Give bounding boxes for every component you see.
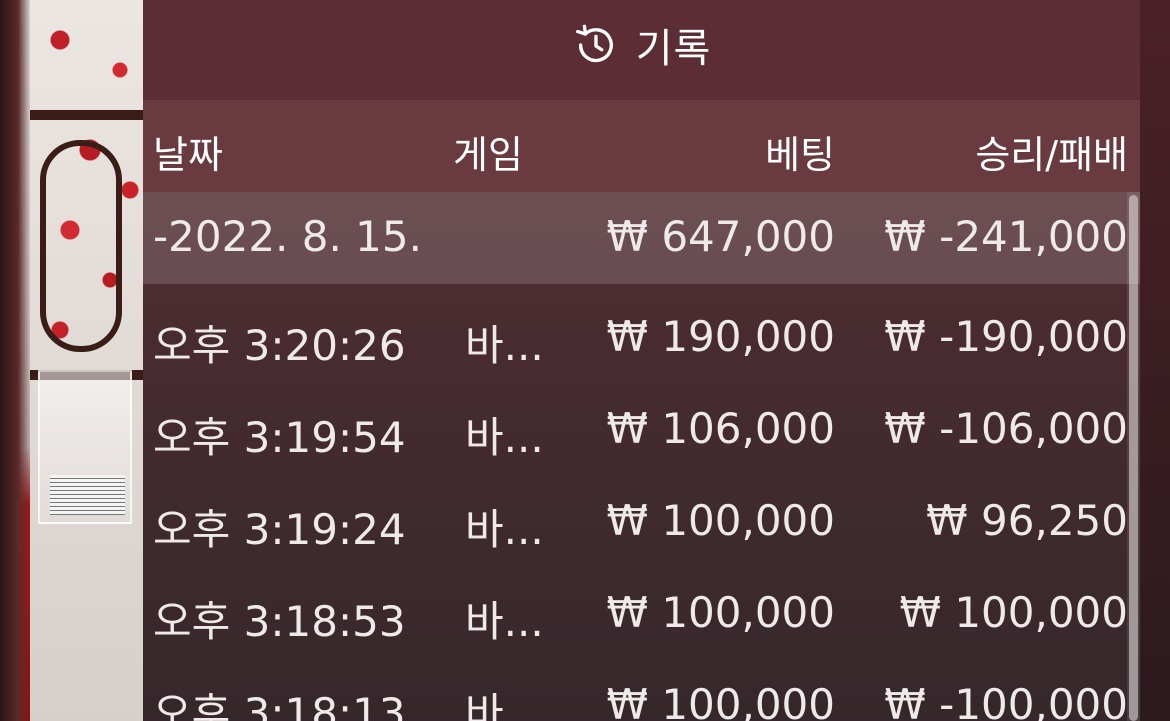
history-panel: 기록 날짜 게임 베팅 승리/패배 -2022. 8. 15. ₩ 647,00… (143, 0, 1140, 721)
row-time: 오후 3:18:13 (153, 689, 406, 721)
history-title-group: 기록 (572, 16, 712, 74)
column-header-win-loss: 승리/패배 (975, 133, 1128, 177)
column-header-game: 게임 (453, 133, 523, 177)
row-game: 바... (465, 321, 544, 370)
column-header-date: 날짜 (153, 133, 223, 177)
table-header: 날짜 게임 베팅 승리/패배 (143, 100, 1140, 192)
row-bet: ₩ 100,000 (606, 496, 835, 545)
table-row[interactable]: 오후 3:19:24 바... ₩ 100,000 ₩ 96,250 (143, 476, 1140, 568)
row-win-loss: ₩ -106,000 (884, 404, 1128, 453)
casino-table-background (0, 0, 150, 721)
table-row[interactable]: 오후 3:18:13 바... ₩ 100,000 ₩ -100,000 (143, 660, 1140, 721)
history-header: 기록 (143, 0, 1140, 100)
page-title: 기록 (635, 26, 712, 72)
row-bet: ₩ 190,000 (606, 312, 835, 361)
date-group-bet-total: ₩ 647,000 (606, 212, 835, 261)
card-stack (50, 475, 125, 515)
row-time: 오후 3:20:26 (153, 321, 406, 370)
row-game: 바... (465, 505, 544, 554)
date-group-date: -2022. 8. 15. (153, 212, 422, 261)
scene-edge (0, 0, 30, 721)
row-time: 오후 3:19:54 (153, 413, 406, 462)
column-header-bet: 베팅 (765, 133, 835, 177)
table-row[interactable]: 오후 3:18:53 바... ₩ 100,000 ₩ 100,000 (143, 568, 1140, 660)
row-bet: ₩ 100,000 (606, 680, 835, 721)
wooden-lattice (30, 110, 150, 380)
right-edge-background (1140, 0, 1170, 721)
row-win-loss: ₩ 100,000 (899, 588, 1128, 637)
table-row[interactable]: 오후 3:20:26 바... ₩ 190,000 ₩ -190,000 (143, 292, 1140, 384)
table-row[interactable]: 오후 3:19:54 바... ₩ 106,000 ₩ -106,000 (143, 384, 1140, 476)
date-group-win-loss-total: ₩ -241,000 (884, 212, 1128, 261)
row-bet: ₩ 106,000 (606, 404, 835, 453)
row-time: 오후 3:19:24 (153, 505, 406, 554)
row-game: 바... (465, 597, 544, 646)
row-game: 바... (465, 413, 544, 462)
row-time: 오후 3:18:53 (153, 597, 406, 646)
row-win-loss: ₩ 96,250 (926, 496, 1128, 545)
row-game: 바... (465, 689, 544, 721)
row-bet: ₩ 100,000 (606, 588, 835, 637)
scrollbar-thumb[interactable] (1129, 195, 1138, 721)
row-win-loss: ₩ -190,000 (884, 312, 1128, 361)
row-win-loss: ₩ -100,000 (884, 680, 1128, 721)
date-group-row[interactable]: -2022. 8. 15. ₩ 647,000 ₩ -241,000 (143, 192, 1140, 284)
history-icon (575, 24, 613, 63)
